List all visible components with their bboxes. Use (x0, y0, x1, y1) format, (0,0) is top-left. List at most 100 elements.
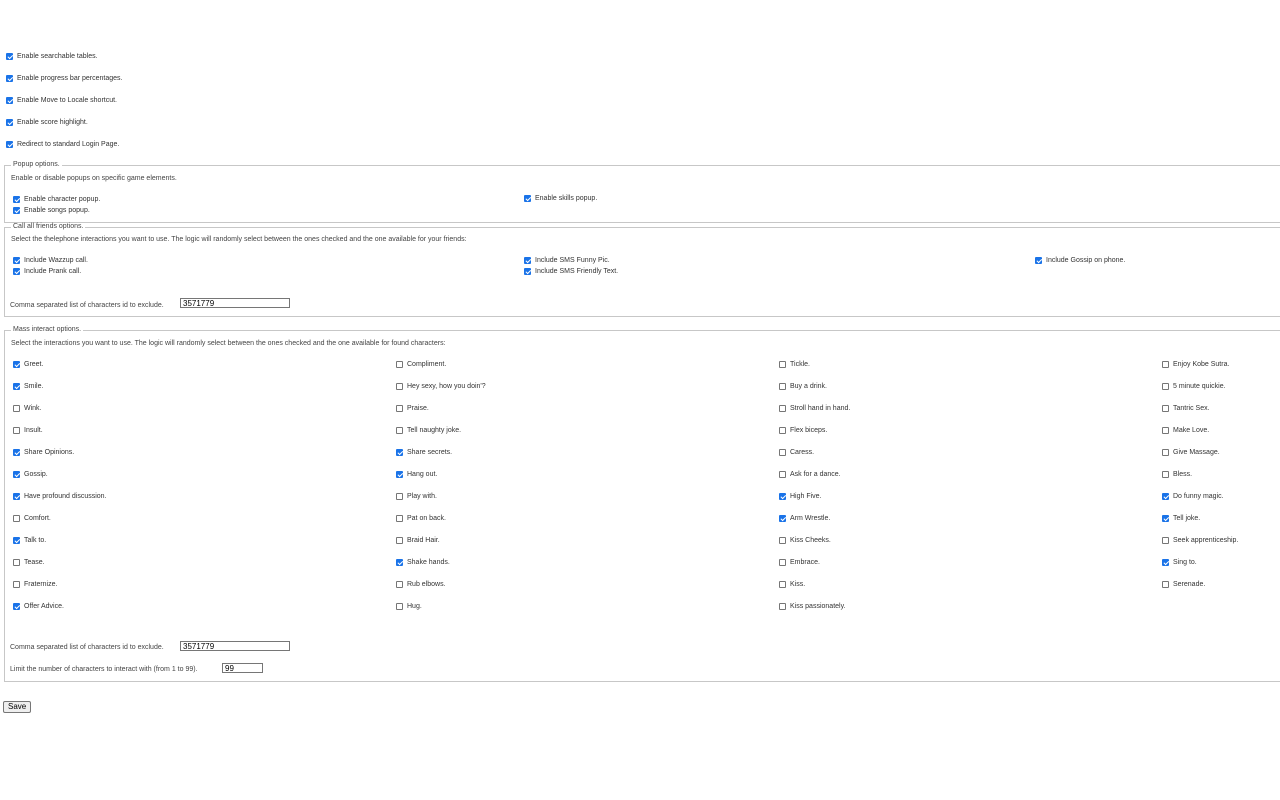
mass-interact-exclude-input[interactable] (180, 641, 290, 651)
checkbox-embrace[interactable] (779, 559, 786, 566)
interaction-praise[interactable]: Praise. (396, 405, 429, 412)
option-skills-popup[interactable]: Enable skills popup. (524, 195, 597, 202)
interaction-tell-joke[interactable]: Tell joke. (1162, 515, 1200, 522)
interaction-pat-on-back[interactable]: Pat on back. (396, 515, 446, 522)
option-sms-friendly-text[interactable]: Include SMS Friendly Text. (524, 268, 618, 275)
checkbox-5-minute-quickie[interactable] (1162, 383, 1169, 390)
checkbox-progress-bar-percentages[interactable] (6, 75, 13, 82)
checkbox-prank-call[interactable] (13, 268, 20, 275)
checkbox-share-secrets[interactable] (396, 449, 403, 456)
interaction-seek-apprenticeship[interactable]: Seek apprenticeship. (1162, 537, 1238, 544)
option-character-popup[interactable]: Enable character popup. (13, 196, 100, 203)
interaction-braid-hair[interactable]: Braid Hair. (396, 537, 440, 544)
interaction-share-opinions[interactable]: Share Opinions. (13, 449, 74, 456)
checkbox-skills-popup[interactable] (524, 195, 531, 202)
checkbox-greet[interactable] (13, 361, 20, 368)
checkbox-sms-funny-pic[interactable] (524, 257, 531, 264)
interaction-play-with[interactable]: Play with. (396, 493, 437, 500)
interaction-fraternize[interactable]: Fraternize. (13, 581, 57, 588)
interaction-make-love[interactable]: Make Love. (1162, 427, 1209, 434)
interaction-caress[interactable]: Caress. (779, 449, 814, 456)
checkbox-songs-popup[interactable] (13, 207, 20, 214)
interaction-arm-wrestle[interactable]: Arm Wrestle. (779, 515, 830, 522)
checkbox-high-five[interactable] (779, 493, 786, 500)
checkbox-caress[interactable] (779, 449, 786, 456)
checkbox-pat-on-back[interactable] (396, 515, 403, 522)
checkbox-kiss-cheeks[interactable] (779, 537, 786, 544)
checkbox-fraternize[interactable] (13, 581, 20, 588)
option-searchable-tables[interactable]: Enable searchable tables. (6, 53, 98, 60)
option-sms-funny-pic[interactable]: Include SMS Funny Pic. (524, 257, 610, 264)
mass-interact-limit-input[interactable] (222, 663, 263, 673)
interaction-kiss-cheeks[interactable]: Kiss Cheeks. (779, 537, 831, 544)
checkbox-talk-to[interactable] (13, 537, 20, 544)
option-move-to-locale[interactable]: Enable Move to Locale shortcut. (6, 97, 117, 104)
checkbox-wink[interactable] (13, 405, 20, 412)
interaction-sing-to[interactable]: Sing to. (1162, 559, 1197, 566)
checkbox-kiss-passionately[interactable] (779, 603, 786, 610)
checkbox-sms-friendly-text[interactable] (524, 268, 531, 275)
interaction-tell-naughty-joke[interactable]: Tell naughty joke. (396, 427, 461, 434)
option-wazzup-call[interactable]: Include Wazzup call. (13, 257, 88, 264)
interaction-have-profound-discussion[interactable]: Have profound discussion. (13, 493, 107, 500)
interaction-gossip[interactable]: Gossip. (13, 471, 48, 478)
checkbox-comfort[interactable] (13, 515, 20, 522)
checkbox-share-opinions[interactable] (13, 449, 20, 456)
checkbox-serenade[interactable] (1162, 581, 1169, 588)
checkbox-enjoy-kobe-sutra[interactable] (1162, 361, 1169, 368)
checkbox-have-profound-discussion[interactable] (13, 493, 20, 500)
interaction-5-minute-quickie[interactable]: 5 minute quickie. (1162, 383, 1226, 390)
checkbox-give-massage[interactable] (1162, 449, 1169, 456)
checkbox-make-love[interactable] (1162, 427, 1169, 434)
checkbox-praise[interactable] (396, 405, 403, 412)
interaction-serenade[interactable]: Serenade. (1162, 581, 1205, 588)
interaction-do-funny-magic[interactable]: Do funny magic. (1162, 493, 1224, 500)
checkbox-buy-a-drink[interactable] (779, 383, 786, 390)
interaction-tickle[interactable]: Tickle. (779, 361, 810, 368)
interaction-kiss[interactable]: Kiss. (779, 581, 805, 588)
checkbox-gossip-on-phone[interactable] (1035, 257, 1042, 264)
interaction-high-five[interactable]: High Five. (779, 493, 822, 500)
checkbox-redirect-login[interactable] (6, 141, 13, 148)
checkbox-kiss[interactable] (779, 581, 786, 588)
interaction-smile[interactable]: Smile. (13, 383, 43, 390)
checkbox-offer-advice[interactable] (13, 603, 20, 610)
checkbox-do-funny-magic[interactable] (1162, 493, 1169, 500)
checkbox-shake-hands[interactable] (396, 559, 403, 566)
checkbox-searchable-tables[interactable] (6, 53, 13, 60)
interaction-flex-biceps[interactable]: Flex biceps. (779, 427, 827, 434)
interaction-tease[interactable]: Tease. (13, 559, 45, 566)
checkbox-ask-for-a-dance[interactable] (779, 471, 786, 478)
interaction-compliment[interactable]: Compliment. (396, 361, 446, 368)
checkbox-wazzup-call[interactable] (13, 257, 20, 264)
checkbox-seek-apprenticeship[interactable] (1162, 537, 1169, 544)
option-gossip-on-phone[interactable]: Include Gossip on phone. (1035, 257, 1125, 264)
checkbox-insult[interactable] (13, 427, 20, 434)
checkbox-stroll-hand-in-hand[interactable] (779, 405, 786, 412)
interaction-greet[interactable]: Greet. (13, 361, 43, 368)
interaction-offer-advice[interactable]: Offer Advice. (13, 603, 64, 610)
interaction-hug[interactable]: Hug. (396, 603, 422, 610)
checkbox-tantric-sex[interactable] (1162, 405, 1169, 412)
call-friends-exclude-input[interactable] (180, 298, 290, 308)
interaction-enjoy-kobe-sutra[interactable]: Enjoy Kobe Sutra. (1162, 361, 1229, 368)
checkbox-character-popup[interactable] (13, 196, 20, 203)
checkbox-tell-naughty-joke[interactable] (396, 427, 403, 434)
interaction-wink[interactable]: Wink. (13, 405, 42, 412)
checkbox-move-to-locale[interactable] (6, 97, 13, 104)
interaction-comfort[interactable]: Comfort. (13, 515, 51, 522)
checkbox-braid-hair[interactable] (396, 537, 403, 544)
checkbox-hang-out[interactable] (396, 471, 403, 478)
option-prank-call[interactable]: Include Prank call. (13, 268, 81, 275)
checkbox-tickle[interactable] (779, 361, 786, 368)
interaction-tantric-sex[interactable]: Tantric Sex. (1162, 405, 1210, 412)
checkbox-smile[interactable] (13, 383, 20, 390)
checkbox-score-highlight[interactable] (6, 119, 13, 126)
option-redirect-login[interactable]: Redirect to standard Login Page. (6, 141, 119, 148)
checkbox-hey-sexy-how-you-doin[interactable] (396, 383, 403, 390)
interaction-embrace[interactable]: Embrace. (779, 559, 820, 566)
option-score-highlight[interactable]: Enable score highlight. (6, 119, 88, 126)
interaction-hey-sexy-how-you-doin[interactable]: Hey sexy, how you doin'? (396, 383, 486, 390)
checkbox-compliment[interactable] (396, 361, 403, 368)
interaction-hang-out[interactable]: Hang out. (396, 471, 437, 478)
